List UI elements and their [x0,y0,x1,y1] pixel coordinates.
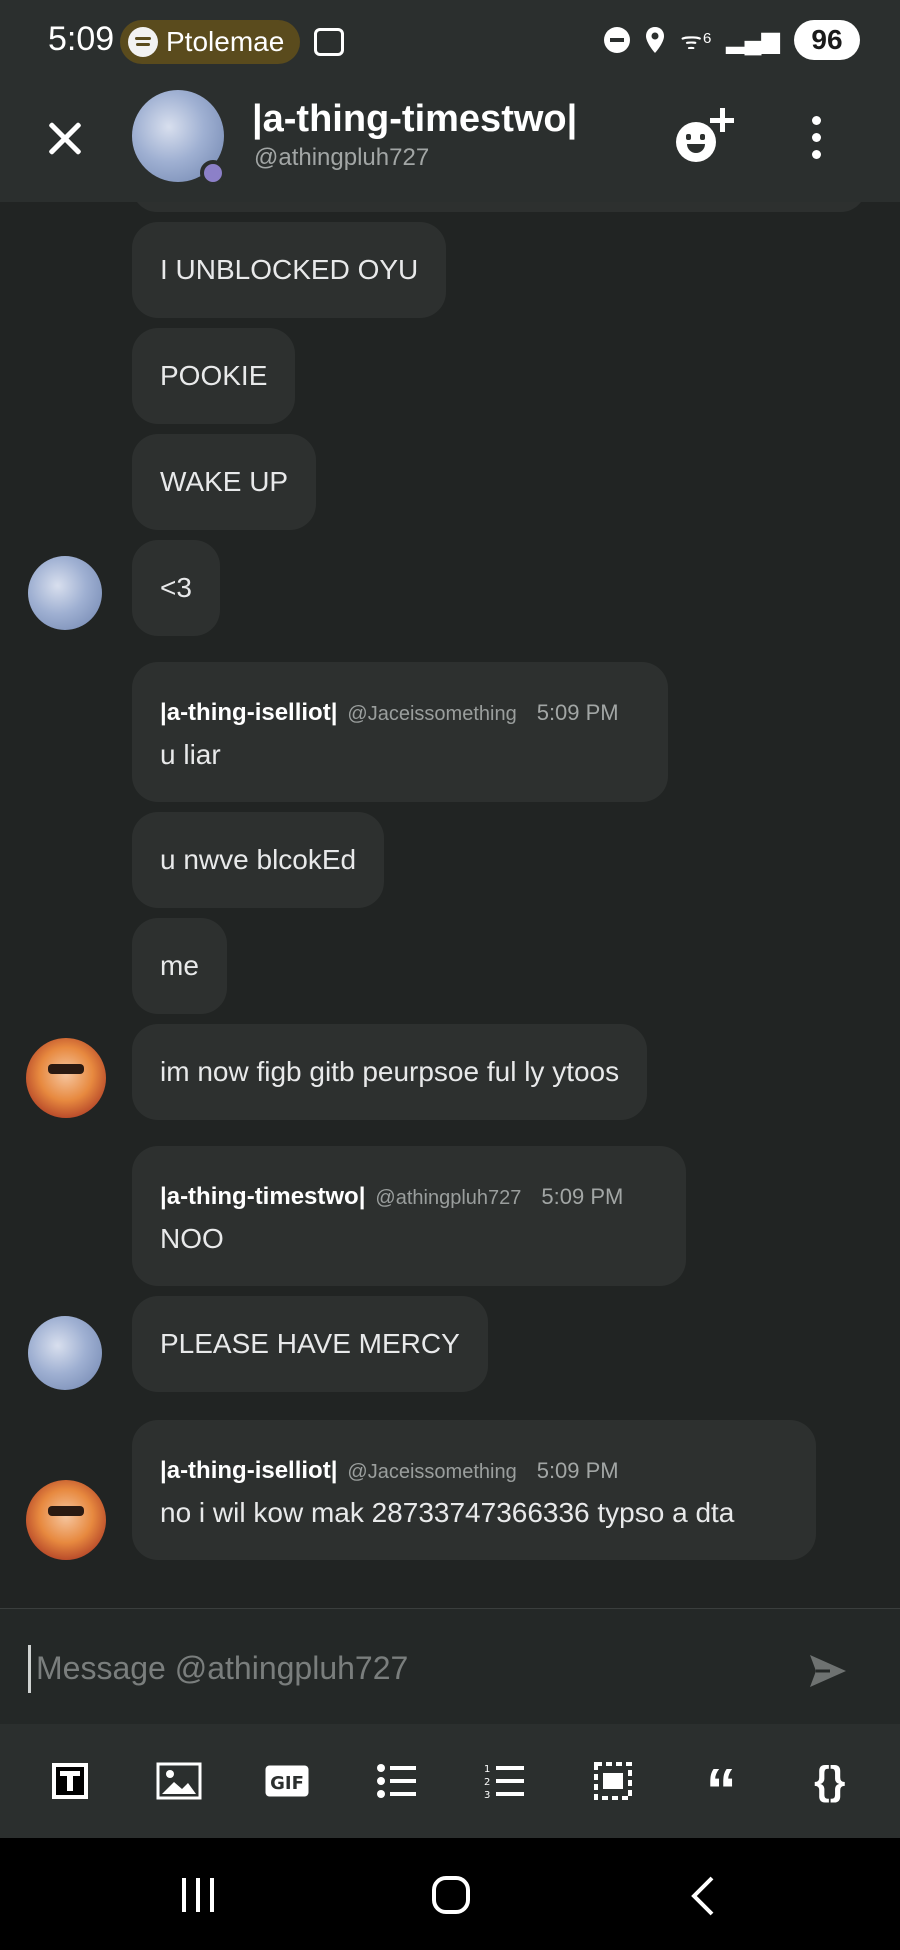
message-bubble[interactable]: u nwve blcokEd [132,812,385,908]
message-timestamp: 5:09 PM [536,1458,619,1483]
message-author[interactable]: |a-thing-timestwo| [160,1183,365,1211]
message-text: POOKIE [160,360,268,391]
status-time: 5:09 [48,20,115,58]
message-bubble-with-header[interactable]: |a-thing-iselliot| @Jaceissomething 5:09… [132,1420,816,1560]
message-text: WAKE UP [160,466,289,497]
image-upload-button[interactable] [151,1753,207,1809]
message-bubble[interactable]: im now figb gitb peurpsoe ful ly ytoos [132,1024,648,1120]
text-format-icon [52,1763,89,1799]
quote-button[interactable]: “ [693,1753,749,1823]
do-not-disturb-icon [604,27,631,53]
message-bubble-with-header[interactable]: |a-thing-iselliot| @Jaceissomething 5:09… [132,662,668,802]
message-text: PLEASE HAVE MERCY [160,1328,460,1359]
message-meta: |a-thing-iselliot| @Jaceissomething 5:09… [160,699,619,727]
add-friend-button[interactable] [672,108,734,168]
dm-username[interactable]: |a-thing-timestwo| [252,98,577,141]
plus-icon [710,108,734,132]
wifi-icon: ᯤ⁶ [680,27,713,55]
numbered-list-button[interactable]: 1 2 3 [476,1753,532,1809]
message-text: no i wil kow mak 28733747366336 typso a … [160,1497,735,1528]
battery-indicator: 96 [794,20,860,60]
message-text: u liar [160,739,221,770]
more-options-icon[interactable] [808,116,824,160]
message-list[interactable]: I UNBLOCKED OYU POOKIE WAKE UP <3 |a-thi… [0,202,900,1608]
message-author-handle: @athingpluh727 [375,1187,522,1209]
dm-handle: @athingpluh727 [254,144,430,171]
media-pill[interactable]: Ptolemae [120,20,300,64]
screenshot-icon [314,28,344,56]
message-text: im now figb gitb peurpsoe ful ly ytoos [160,1056,620,1087]
gif-icon: GIF [265,1765,309,1797]
spoiler-icon [593,1762,632,1800]
message-bubble[interactable]: POOKIE [132,328,296,424]
avatar[interactable] [28,1316,102,1390]
message-text: me [160,950,199,981]
text-format-button[interactable] [42,1753,98,1809]
message-timestamp: 5:09 PM [541,1184,624,1209]
recent-apps-icon[interactable] [182,1878,218,1912]
spoiler-button[interactable] [585,1753,641,1809]
svg-text:2: 2 [484,1777,490,1788]
message-text: NOO [160,1223,224,1254]
close-button[interactable] [40,114,90,164]
quote-icon: “ [705,1757,737,1826]
svg-text:3: 3 [484,1790,490,1800]
message-timestamp: 5:09 PM [536,700,619,725]
message-bubble[interactable]: PLEASE HAVE MERCY [132,1296,488,1392]
message-author-handle: @Jaceissomething [347,1461,517,1483]
formatting-toolbar: GIF 1 2 3 “ {} [0,1724,900,1838]
send-icon[interactable] [808,1653,848,1689]
back-icon[interactable] [688,1874,718,1918]
message-author-handle: @Jaceissomething [347,703,517,725]
home-icon[interactable] [432,1876,470,1914]
message-bubble[interactable]: <3 [132,540,220,636]
message-bubble[interactable]: I UNBLOCKED OYU [132,222,447,318]
presence-status-dot [200,160,226,186]
media-pill-label: Ptolemae [166,26,285,57]
message-meta: |a-thing-timestwo| @athingpluh727 5:09 P… [160,1183,623,1211]
message-composer [0,1608,900,1724]
message-input[interactable] [36,1641,776,1695]
message-text: <3 [160,572,192,603]
message-bubble[interactable]: WAKE UP [132,434,317,530]
gif-label: GIF [270,1773,304,1794]
message-text: I UNBLOCKED OYU [160,254,419,285]
location-icon [644,26,666,54]
message-bubble-partial [132,202,866,212]
dm-header: |a-thing-timestwo| @athingpluh727 [0,84,900,202]
spotify-icon [128,27,158,57]
code-block-button[interactable]: {} [802,1753,858,1809]
status-icons: ᯤ⁶ ▂▄▆ 96 [604,20,860,60]
signal-icon: ▂▄▆ [726,26,780,54]
avatar[interactable] [28,556,102,630]
svg-text:1: 1 [484,1764,490,1775]
image-icon [156,1762,202,1800]
message-bubble-with-header[interactable]: |a-thing-timestwo| @athingpluh727 5:09 P… [132,1146,686,1286]
bulleted-list-button[interactable] [368,1753,424,1809]
avatar[interactable] [26,1480,106,1560]
system-navigation-bar [0,1838,900,1950]
gif-button[interactable]: GIF [259,1753,315,1809]
bulleted-list-icon [376,1764,416,1798]
text-cursor [28,1645,31,1693]
message-bubble[interactable]: me [132,918,227,1014]
message-meta: |a-thing-iselliot| @Jaceissomething 5:09… [160,1457,619,1485]
message-text: u nwve blcokEd [160,844,357,875]
numbered-list-icon: 1 2 3 [484,1764,525,1800]
code-icon: {} [814,1758,846,1803]
avatar[interactable] [26,1038,106,1118]
status-bar: 5:09 Ptolemae ᯤ⁶ ▂▄▆ 96 [0,0,900,84]
message-author[interactable]: |a-thing-iselliot| [160,1457,337,1485]
message-author[interactable]: |a-thing-iselliot| [160,699,337,727]
